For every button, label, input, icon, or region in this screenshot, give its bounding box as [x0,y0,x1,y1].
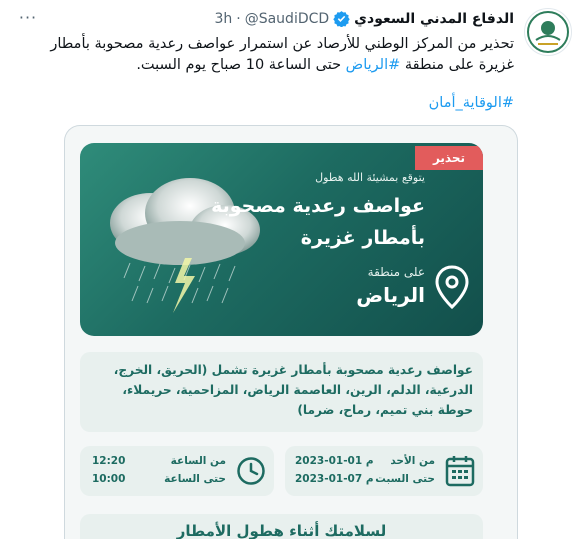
location-pin-icon [435,265,469,309]
from-date-value: 2023-01-01 م [295,455,374,467]
to-date-label: حتى السبت [375,473,435,485]
hashtag-region[interactable]: #الرياض [346,57,401,73]
clock-icon [237,457,265,485]
verified-badge-icon [333,10,350,27]
banner-title-line1: عواصف رعدية مصحوبة [211,195,425,217]
hashtag-safety[interactable]: #الوقاية_أمان [429,95,514,111]
display-name[interactable]: الدفاع المدني السعودي [354,11,514,27]
calendar-icon [445,456,475,487]
timestamp[interactable]: 3h [214,11,232,27]
storm-cloud-icon [110,178,260,313]
avatar-logo [527,11,569,53]
from-time-value: 12:20 [92,455,126,467]
date-box: من الأحد 2023-01-01 م حتى السبت 2023-01-… [285,446,483,496]
time-box: من الساعة 12:20 حتى الساعة 10:00 [80,446,274,496]
safety-tips-box: لسلامتك أثناء هطول الأمطار [80,514,483,539]
from-date-label: من الأحد [390,455,435,467]
tweet-header: الدفاع المدني السعودي @SaudiDCD · 3h [214,10,514,27]
region-label: على منطقة [367,265,425,279]
region-name: الرياض [356,283,425,307]
tweet: ··· الدفاع المدني السعودي @SaudiDCD · 3h… [0,0,582,539]
from-time-label: من الساعة [170,455,226,467]
safety-tips-title: لسلامتك أثناء هطول الأمطار [176,522,387,539]
banner-title-line2: بأمطار غزيرة [300,227,425,249]
warning-banner: تحذير يتوقع بمشيئة الله هطول عواصف رعدية… [80,143,483,336]
warning-tag: تحذير [414,146,483,170]
tweet-media-image[interactable]: تحذير يتوقع بمشيئة الله هطول عواصف رعدية… [64,125,518,539]
handle[interactable]: @SaudiDCD [245,11,329,27]
regions-box: عواصف رعدية مصحوبة بأمطار غزيرة تشمل (ال… [80,352,483,432]
tweet-text-part2: حتى الساعة 10 صباح يوم السبت. [136,57,346,73]
separator-dot: · [236,10,241,27]
avatar[interactable] [524,8,572,56]
more-options-button[interactable]: ··· [14,8,42,30]
banner-subtitle: يتوقع بمشيئة الله هطول [315,171,425,184]
tweet-text: تحذير من المركز الوطني للأرصاد عن استمرا… [14,34,514,76]
regions-text: عواصف رعدية مصحوبة بأمطار غزيرة تشمل (ال… [113,363,473,417]
to-date-value: 2023-01-07 م [295,473,374,485]
to-time-value: 10:00 [92,473,126,485]
to-time-label: حتى الساعة [164,473,226,485]
